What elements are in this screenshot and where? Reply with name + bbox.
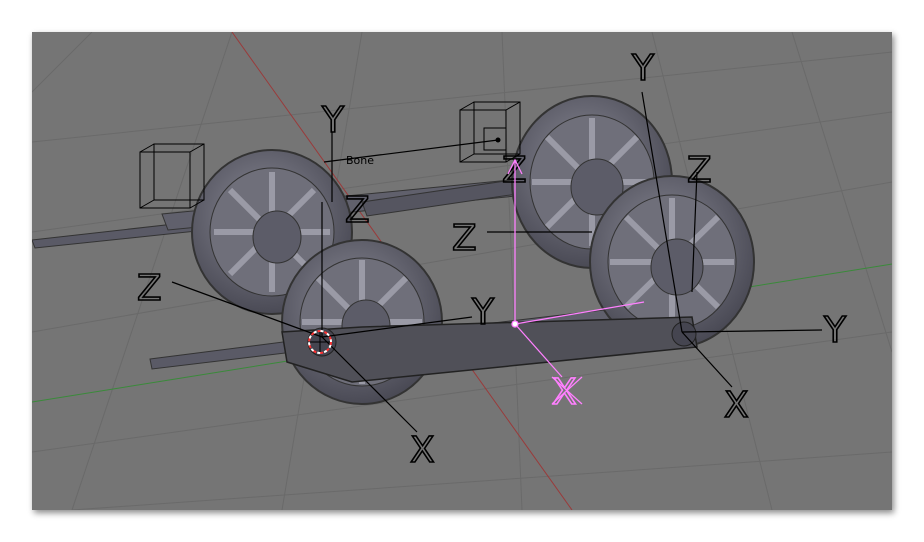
bone-label: Bone xyxy=(346,154,374,167)
axis-label-z: Z xyxy=(137,268,162,309)
axis-label-z: Z xyxy=(502,150,527,191)
3d-cursor[interactable] xyxy=(308,330,332,354)
axis-label-y: Y xyxy=(823,310,847,351)
axis-label-z: Z xyxy=(345,190,370,231)
axis-label-z: Z xyxy=(687,150,712,191)
3d-viewport[interactable]: Bone Z Z Z Z Z Y Y Y Y X X X xyxy=(32,32,892,510)
axis-label-z: Z xyxy=(452,218,477,259)
viewport-canvas[interactable]: Bone Z Z Z Z Z Y Y Y Y X X X xyxy=(32,32,892,510)
screenshot-frame: Bone Z Z Z Z Z Y Y Y Y X X X xyxy=(32,32,892,510)
axis-label-y: Y xyxy=(471,292,495,333)
axis-label-x: X xyxy=(724,385,749,426)
axis-label-x: X xyxy=(410,430,435,471)
axis-label-y: Y xyxy=(631,48,655,89)
axis-label-y: Y xyxy=(321,100,345,141)
axis-label-x: X xyxy=(552,372,577,413)
